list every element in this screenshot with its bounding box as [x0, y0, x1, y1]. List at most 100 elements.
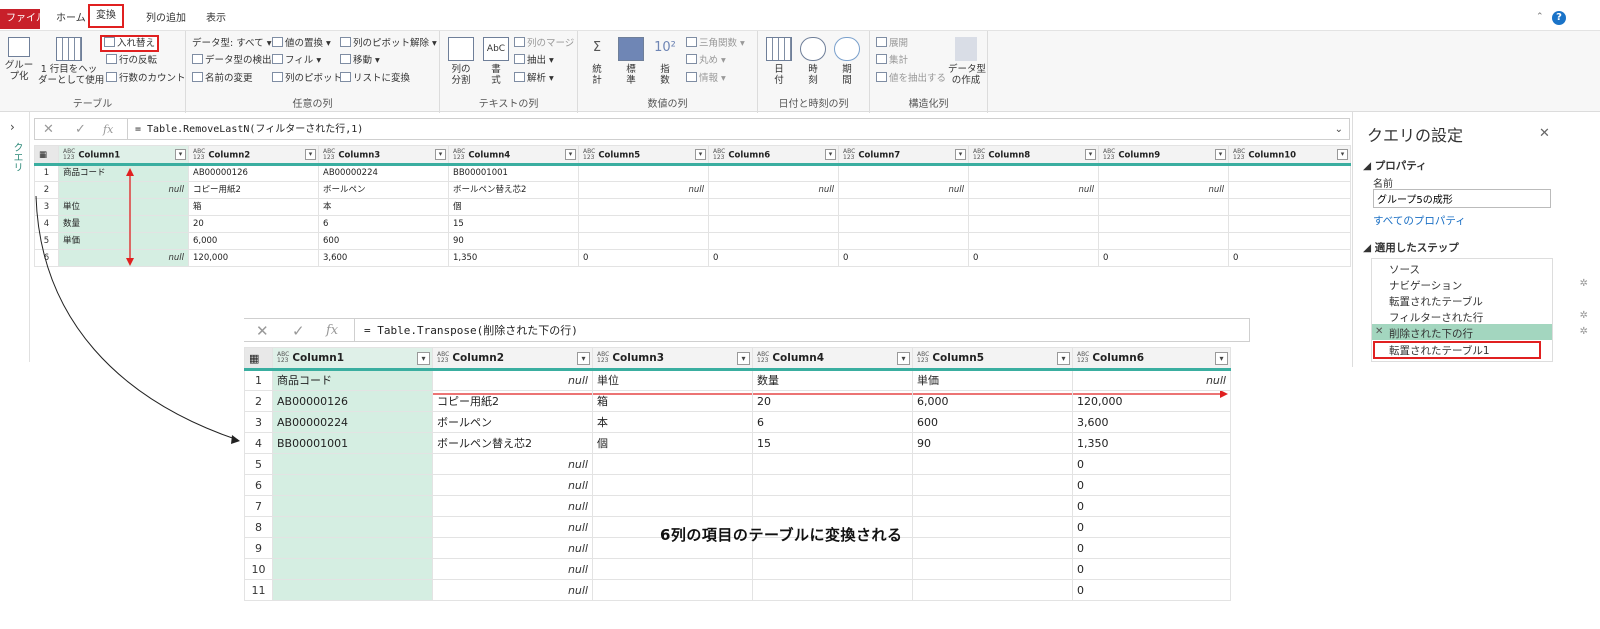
table-cell[interactable]: null [432, 558, 593, 580]
table-cell[interactable] [752, 453, 913, 475]
table-menu-icon[interactable]: ▦ [34, 145, 59, 166]
table-cell[interactable] [708, 164, 839, 182]
table-cell[interactable]: 3,600 [318, 249, 449, 267]
row-number[interactable]: 7 [244, 495, 273, 517]
table-cell[interactable]: 0 [1072, 579, 1231, 601]
type-icon[interactable]: ABC 123 [917, 352, 929, 364]
row-number[interactable]: 3 [244, 411, 273, 433]
data-type-dropdown[interactable]: データ型: すべて ▾ [192, 37, 271, 50]
row-number[interactable]: 6 [244, 474, 273, 496]
table-cell[interactable]: null [432, 516, 593, 538]
table-cell[interactable]: 数量 [58, 215, 159, 233]
gear-icon[interactable]: ✲ [1580, 278, 1588, 289]
pivot-column-button[interactable]: 列のピボット [272, 72, 342, 85]
create-data-type-button[interactable]: データ型 の作成 [948, 37, 986, 86]
query-name-input[interactable] [1373, 189, 1551, 208]
rounding-button[interactable]: 丸め ▾ [686, 54, 726, 67]
replace-values-button[interactable]: 値の置換 ▾ [272, 37, 331, 50]
table-cell[interactable]: null [432, 474, 593, 496]
table-cell[interactable] [158, 198, 189, 216]
table-cell[interactable]: AB00000224 [272, 411, 433, 433]
table-cell[interactable] [752, 558, 913, 580]
table-cell[interactable] [912, 453, 1073, 475]
type-icon[interactable]: ABC 123 [1077, 352, 1089, 364]
table-cell[interactable]: 6 [318, 215, 449, 233]
expand-button[interactable]: 展開 [876, 37, 908, 50]
table-cell[interactable]: 3,600 [1072, 411, 1231, 433]
fill-button[interactable]: フィル ▾ [272, 54, 321, 67]
table-cell[interactable]: ボールペン替え芯2 [448, 181, 579, 199]
convert-to-list-button[interactable]: リストに変換 [340, 72, 410, 85]
table-cell[interactable] [592, 453, 753, 475]
column-header[interactable]: ABC 123 Column1 ▾ [58, 145, 189, 166]
table-cell[interactable]: 0 [578, 249, 709, 267]
row-number[interactable]: 5 [244, 453, 273, 475]
table-cell[interactable] [838, 198, 969, 216]
table-cell[interactable] [158, 232, 189, 250]
gear-icon[interactable]: ✲ [1580, 326, 1588, 337]
standard-button[interactable]: 標 準 [616, 37, 646, 86]
merge-columns-button[interactable]: 列のマージ [514, 37, 574, 50]
table-cell[interactable] [838, 164, 969, 182]
table-cell[interactable]: 単価 [58, 232, 159, 250]
information-button[interactable]: 情報 ▾ [686, 72, 726, 85]
table-cell[interactable] [578, 198, 709, 216]
table-cell[interactable] [1228, 232, 1351, 250]
table-cell[interactable] [912, 495, 1073, 517]
table-cell[interactable] [838, 232, 969, 250]
table-cell[interactable]: 0 [1072, 516, 1231, 538]
table-cell[interactable] [158, 164, 189, 182]
table-cell[interactable] [968, 198, 1099, 216]
column-header[interactable]: ABC 123 Column4 ▾ [448, 145, 579, 166]
table-cell[interactable] [592, 558, 753, 580]
table-cell[interactable] [708, 215, 839, 233]
row-number[interactable]: 10 [244, 558, 273, 580]
date-button[interactable]: 日 付 [764, 37, 794, 86]
chevron-down-icon[interactable]: ⌄ [1335, 119, 1343, 141]
table-cell[interactable] [708, 198, 839, 216]
table-cell[interactable]: 0 [1072, 495, 1231, 517]
column-header[interactable]: ABC 123 Column6 ▾ [708, 145, 839, 166]
table-cell[interactable] [578, 215, 709, 233]
table-cell[interactable]: 6,000 [188, 232, 319, 250]
move-button[interactable]: 移動 ▾ [340, 54, 380, 67]
table-cell[interactable]: null [158, 181, 189, 199]
table-cell[interactable]: null [432, 453, 593, 475]
type-icon[interactable]: ABC 123 [1233, 148, 1245, 161]
close-icon[interactable]: ✕ [1539, 126, 1550, 141]
column-header[interactable]: ABC 123 Column8 ▾ [968, 145, 1099, 166]
filter-dropdown-icon[interactable]: ▾ [737, 352, 750, 365]
table-cell[interactable]: 120,000 [188, 249, 319, 267]
column-header[interactable]: ABC 123 Column3 ▾ [592, 347, 753, 371]
table-cell[interactable] [272, 579, 433, 601]
table-cell[interactable] [968, 215, 1099, 233]
table-cell[interactable]: null [432, 495, 593, 517]
column-header[interactable]: ABC 123 Column6 ▾ [1072, 347, 1231, 371]
gear-icon[interactable]: ✲ [1580, 310, 1588, 321]
table-cell[interactable] [912, 474, 1073, 496]
step-removed-bottom-rows[interactable]: 削除された下の行 [1389, 326, 1473, 341]
reverse-rows-button[interactable]: 行の反転 [106, 54, 157, 67]
filter-dropdown-icon[interactable]: ▾ [1085, 149, 1096, 160]
table-cell[interactable]: 0 [708, 249, 839, 267]
table-cell[interactable] [752, 495, 913, 517]
row-number[interactable]: 3 [34, 198, 59, 216]
trigonometry-button[interactable]: 三角関数 ▾ [686, 37, 745, 50]
table-cell[interactable] [1098, 232, 1229, 250]
table-cell[interactable]: ボールペン替え芯2 [432, 432, 593, 454]
parse-button[interactable]: 解析 ▾ [514, 72, 554, 85]
table-cell[interactable]: null [578, 181, 709, 199]
table-cell[interactable]: null [158, 249, 189, 267]
table-cell[interactable] [272, 474, 433, 496]
table-cell[interactable]: AB00000126 [188, 164, 319, 182]
type-icon[interactable]: ABC 123 [437, 352, 449, 364]
formula-text[interactable]: = Table.Transpose(削除された下の行) [364, 319, 578, 343]
table-cell[interactable]: 1,350 [1072, 432, 1231, 454]
detect-type-button[interactable]: データ型の検出 [192, 54, 272, 67]
table-cell[interactable]: AB00000224 [318, 164, 449, 182]
table-cell[interactable]: 15 [752, 432, 913, 454]
row-number[interactable]: 5 [34, 232, 59, 250]
table-cell[interactable]: ボールペン [432, 411, 593, 433]
table-cell[interactable]: 0 [1072, 474, 1231, 496]
filter-dropdown-icon[interactable]: ▾ [417, 352, 430, 365]
